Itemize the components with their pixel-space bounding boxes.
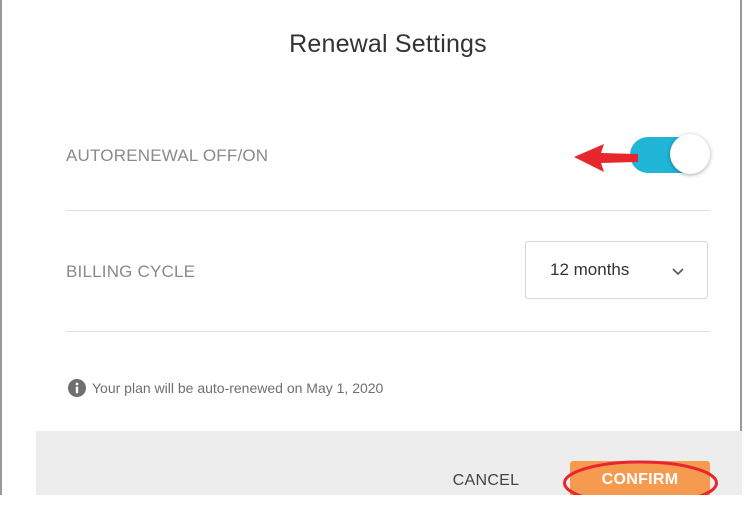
autorenewal-toggle[interactable] xyxy=(630,134,710,176)
renewal-info-text: Your plan will be auto-renewed on May 1,… xyxy=(92,380,384,396)
billing-cycle-select[interactable]: 12 months xyxy=(525,241,708,299)
autorenewal-label: AUTORENEWAL OFF/ON xyxy=(66,146,269,165)
dialog-right-border xyxy=(740,0,742,495)
billing-cycle-label: BILLING CYCLE xyxy=(66,262,196,281)
toggle-knob xyxy=(670,134,710,174)
dialog-left-border xyxy=(0,0,2,495)
divider xyxy=(66,210,710,211)
bottom-strip xyxy=(0,495,754,521)
divider xyxy=(66,331,710,332)
billing-cycle-value: 12 months xyxy=(550,260,630,279)
red-arrow-icon xyxy=(574,144,638,172)
chevron-down-icon xyxy=(672,268,684,276)
renewal-settings-dialog: Renewal Settings AUTORENEWAL OFF/ON BILL… xyxy=(0,0,754,521)
info-icon xyxy=(68,379,86,397)
cancel-button[interactable]: CANCEL xyxy=(436,472,536,490)
dialog-title: Renewal Settings xyxy=(289,30,487,58)
